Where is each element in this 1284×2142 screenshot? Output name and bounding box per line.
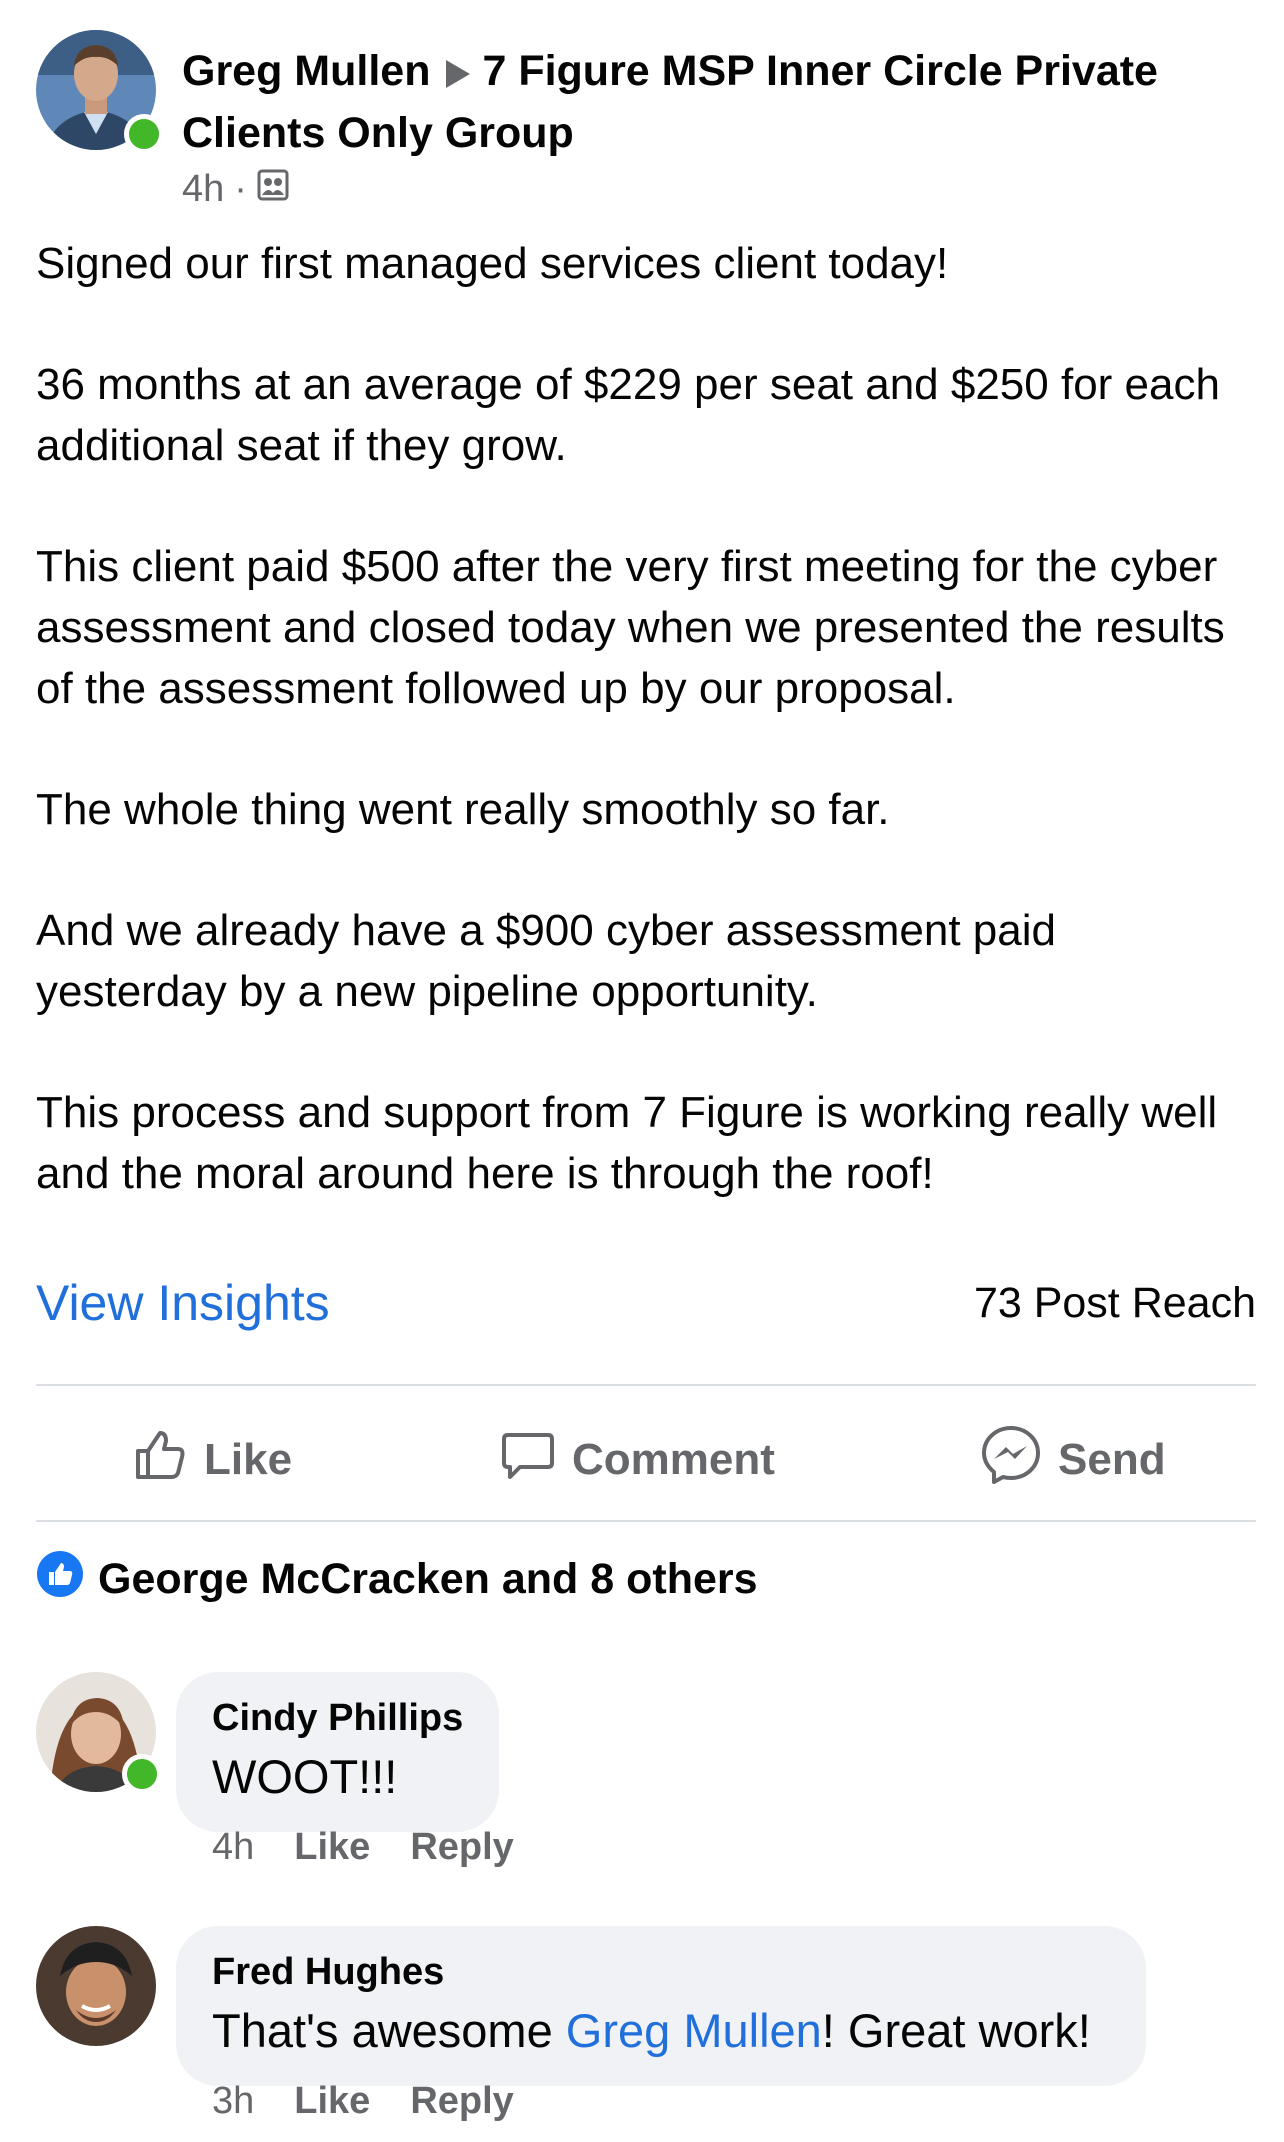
arrow-right-icon <box>446 59 471 88</box>
group-icon <box>257 168 289 211</box>
reactions-summary[interactable]: George McCracken and 8 others <box>36 1550 758 1609</box>
action-bar: Like Comment Send <box>36 1400 1256 1520</box>
comment-text-after: ! Great work! <box>821 2004 1091 2057</box>
insights-row: View Insights 73 Post Reach <box>36 1268 1256 1338</box>
thumbs-up-icon <box>132 1427 188 1494</box>
send-label: Send <box>1058 1435 1166 1484</box>
meta-separator: · <box>234 168 247 210</box>
like-reaction-icon <box>36 1550 84 1609</box>
comment-text: WOOT!!! <box>212 1750 398 1803</box>
comment-label: Comment <box>572 1435 775 1484</box>
comment-time[interactable]: 3h <box>212 2080 254 2123</box>
divider <box>36 1384 1256 1386</box>
like-label: Like <box>204 1435 293 1484</box>
post-paragraph: This client paid $500 after the very fir… <box>36 542 1225 713</box>
comment-like-button[interactable]: Like <box>294 1826 370 1869</box>
post-paragraph: Signed our first managed services client… <box>36 239 949 288</box>
divider <box>36 1520 1256 1522</box>
mention-link[interactable]: Greg Mullen <box>566 2004 822 2057</box>
post-reach: 73 Post Reach <box>973 1278 1256 1327</box>
post-title: Greg Mullen 7 Figure MSP Inner Circle Pri… <box>182 40 1242 164</box>
comment-reply-button[interactable]: Reply <box>410 2080 513 2123</box>
reactions-text: George McCracken and 8 others <box>98 1555 758 1603</box>
post-paragraph: This process and support from 7 Figure i… <box>36 1088 1218 1198</box>
comment-like-button[interactable]: Like <box>294 2080 370 2123</box>
comment-text-before: That's awesome <box>212 2004 566 2057</box>
comment-time[interactable]: 4h <box>212 1826 254 1869</box>
comment-button[interactable]: Comment <box>500 1400 775 1520</box>
online-status-dot <box>122 1754 162 1794</box>
online-status-dot <box>124 114 164 154</box>
post-body: Signed our first managed services client… <box>36 233 1256 1264</box>
commenter-name[interactable]: Fred Hughes <box>212 1948 1110 1996</box>
post-paragraph: 36 months at an average of $229 per seat… <box>36 360 1220 470</box>
messenger-icon <box>980 1424 1042 1497</box>
post-time[interactable]: 4h <box>182 168 224 211</box>
author-name[interactable]: Greg Mullen <box>182 47 430 95</box>
comment-reply-button[interactable]: Reply <box>410 1826 513 1869</box>
author-avatar-wrap[interactable] <box>36 30 164 154</box>
send-button[interactable]: Send <box>980 1400 1166 1520</box>
like-button[interactable]: Like <box>132 1400 292 1520</box>
post-paragraph: The whole thing went really smoothly so … <box>36 785 890 834</box>
comment-meta: 3h Like Reply <box>212 2080 514 2123</box>
commenter-name[interactable]: Cindy Phillips <box>212 1694 463 1742</box>
post-meta: 4h · <box>182 168 289 211</box>
view-insights-link[interactable]: View Insights <box>36 1274 330 1332</box>
comment-text: That's awesome Greg Mullen! Great work! <box>212 2000 1110 2062</box>
post-paragraph: And we already have a $900 cyber assessm… <box>36 906 1056 1016</box>
commenter-avatar[interactable] <box>36 1926 156 2046</box>
comment-icon <box>500 1427 556 1494</box>
comment-bubble: Fred Hughes That's awesome Greg Mullen! … <box>176 1926 1146 2086</box>
comment-meta: 4h Like Reply <box>212 1826 514 1869</box>
comment-bubble: Cindy Phillips WOOT!!! <box>176 1672 500 1832</box>
